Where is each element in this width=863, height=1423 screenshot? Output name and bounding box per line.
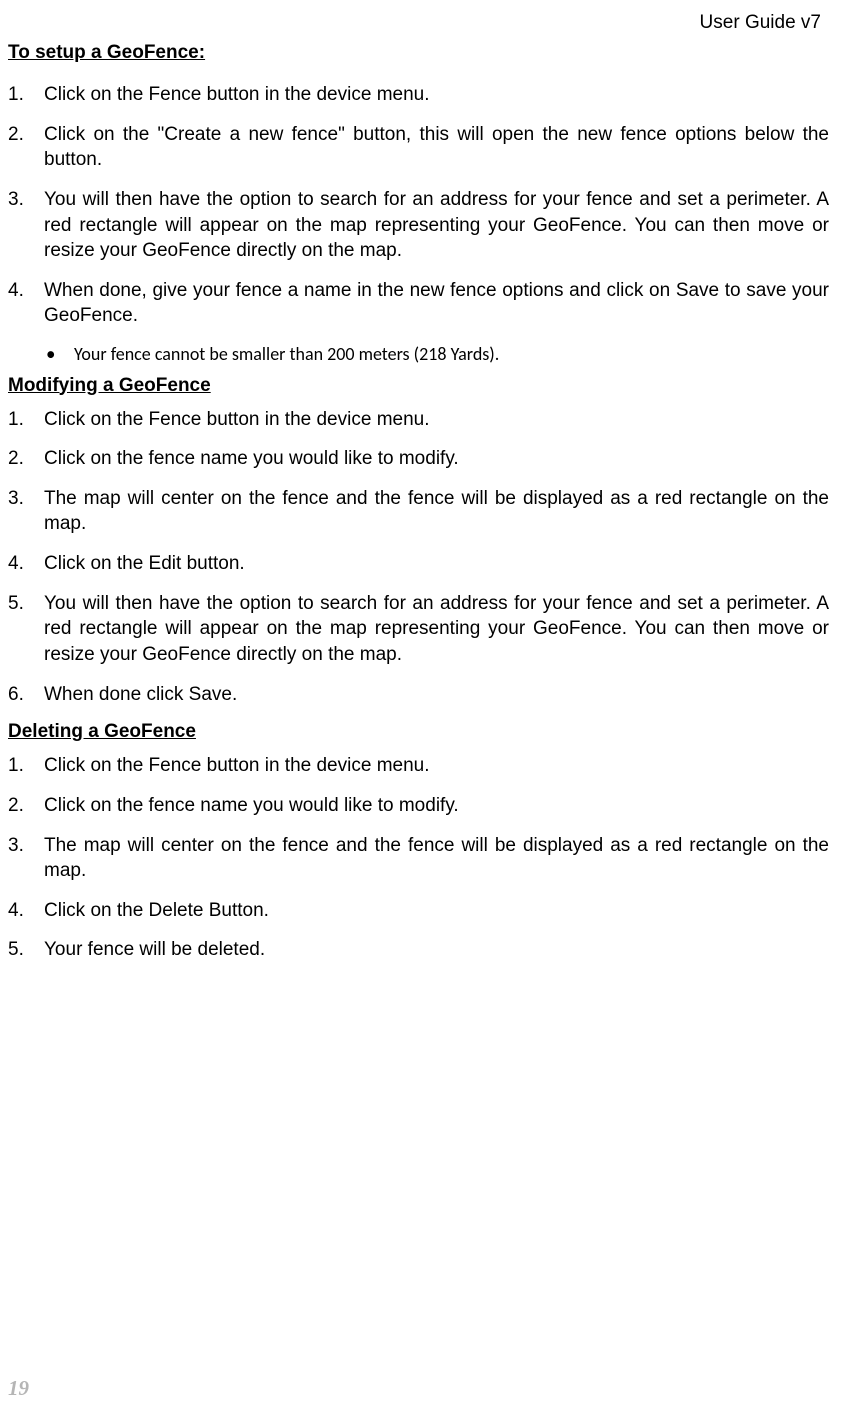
list-item: Click on the Fence button in the device … [8,82,829,108]
setup-bullet-list: Your fence cannot be smaller than 200 me… [8,343,829,366]
list-item: Click on the fence name you would like t… [8,793,829,819]
list-item: The map will center on the fence and the… [8,833,829,884]
bullet-item: Your fence cannot be smaller than 200 me… [8,343,829,366]
list-item: Click on the Delete Button. [8,898,829,924]
list-item: You will then have the option to search … [8,187,829,264]
list-item: Click on the Fence button in the device … [8,407,829,433]
list-item: Click on the Fence button in the device … [8,753,829,779]
setup-list: Click on the Fence button in the device … [8,82,829,329]
list-item: Click on the "Create a new fence" button… [8,122,829,173]
list-item: When done, give your fence a name in the… [8,278,829,329]
modify-list: Click on the Fence button in the device … [8,407,829,708]
list-item: You will then have the option to search … [8,591,829,668]
section-heading-delete: Deleting a GeoFence [8,721,829,743]
list-item: When done click Save. [8,682,829,708]
header-title: User Guide v7 [700,12,821,33]
list-item: Click on the fence name you would like t… [8,446,829,472]
list-item: Your fence will be deleted. [8,937,829,963]
page-number: 19 [8,1376,29,1401]
list-item: The map will center on the fence and the… [8,486,829,537]
section-heading-modify: Modifying a GeoFence [8,375,829,397]
section-heading-setup: To setup a GeoFence: [8,42,829,64]
list-item: Click on the Edit button. [8,551,829,577]
document-header: User Guide v7 [8,12,829,34]
delete-list: Click on the Fence button in the device … [8,753,829,963]
